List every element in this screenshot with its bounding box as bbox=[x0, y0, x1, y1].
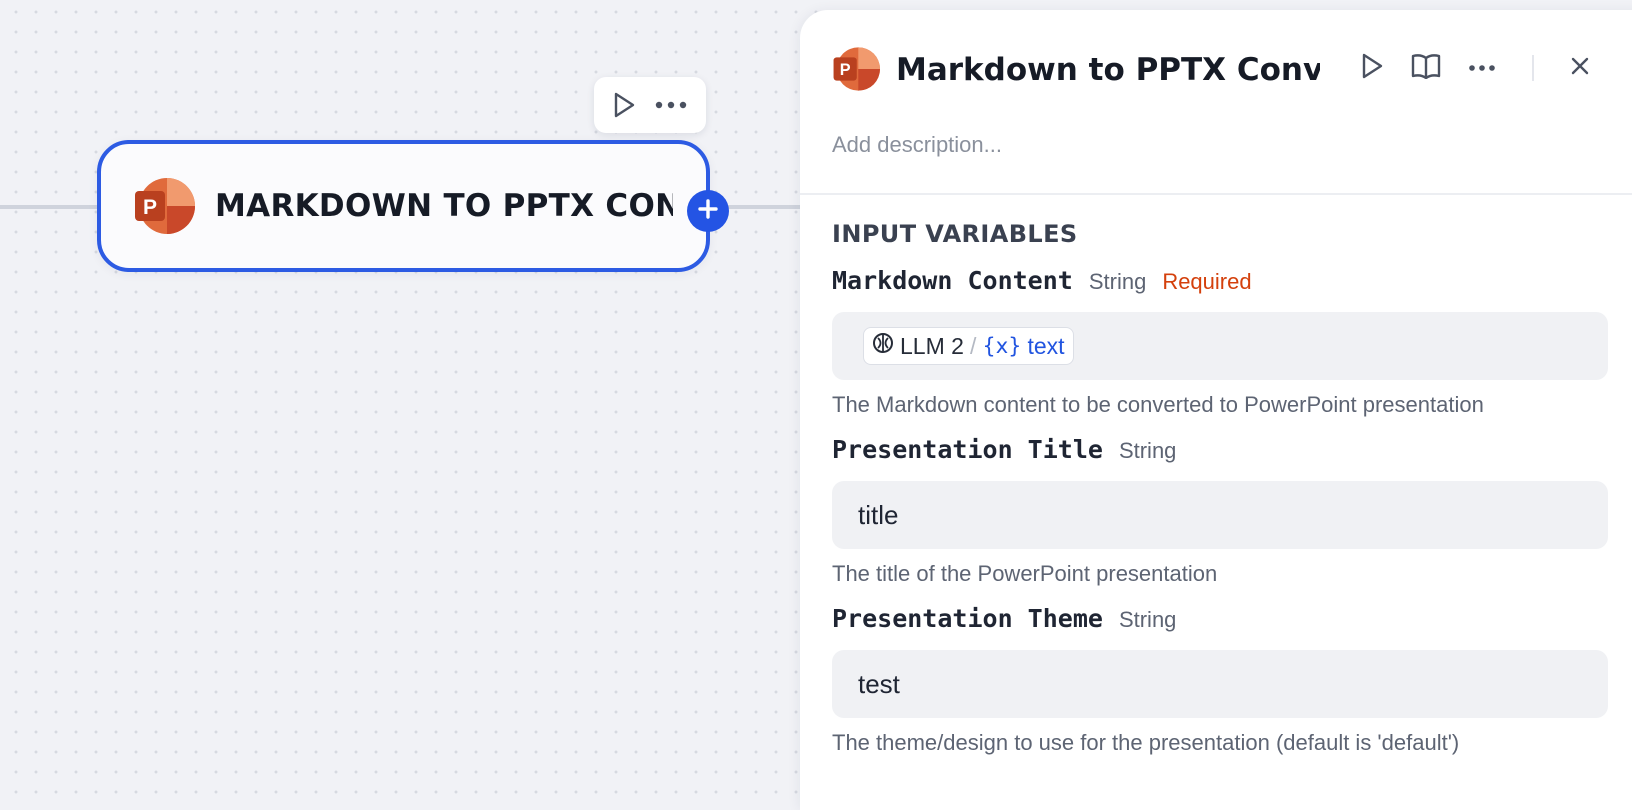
node-toolbar bbox=[594, 77, 706, 133]
variable-presentation-theme: Presentation Theme String test The theme… bbox=[832, 604, 1608, 756]
variable-help: The Markdown content to be converted to … bbox=[832, 392, 1484, 417]
powerpoint-icon: P bbox=[832, 45, 880, 93]
more-icon[interactable] bbox=[655, 101, 687, 109]
powerpoint-icon: P bbox=[133, 175, 195, 237]
variable-icon: {x} bbox=[982, 334, 1022, 358]
variable-reference-chip[interactable]: LLM 2 / {x} text bbox=[863, 327, 1074, 365]
description-input[interactable]: Add description... bbox=[832, 132, 1002, 158]
close-icon bbox=[1570, 56, 1590, 81]
edge-in bbox=[0, 205, 100, 209]
plus-icon bbox=[697, 198, 719, 225]
svg-text:P: P bbox=[840, 61, 851, 79]
variable-name: Presentation Theme bbox=[832, 604, 1103, 633]
more-options-button[interactable] bbox=[1464, 50, 1500, 86]
more-icon bbox=[1468, 59, 1496, 77]
docs-button[interactable] bbox=[1408, 50, 1444, 86]
variable-name: Markdown Content bbox=[832, 266, 1073, 295]
variable-type: String bbox=[1088, 269, 1147, 294]
variable-help: The theme/design to use for the presenta… bbox=[832, 730, 1460, 755]
svg-text:P: P bbox=[143, 196, 157, 219]
variable-type: String bbox=[1118, 438, 1177, 463]
chip-node-name: LLM 2 bbox=[900, 332, 964, 359]
play-icon bbox=[1361, 53, 1383, 84]
chip-separator: / bbox=[969, 332, 977, 359]
workflow-node[interactable]: P MARKDOWN TO PPTX CONV bbox=[97, 140, 729, 272]
variable-help: The title of the PowerPoint presentation bbox=[832, 561, 1218, 586]
header-divider bbox=[1532, 55, 1534, 81]
variable-value-field[interactable]: LLM 2 / {x} text bbox=[832, 312, 1608, 380]
llm-node-icon bbox=[872, 332, 894, 360]
variable-type: String bbox=[1118, 607, 1177, 632]
required-badge: Required bbox=[1162, 269, 1252, 294]
book-icon bbox=[1411, 53, 1441, 84]
run-button[interactable] bbox=[1354, 50, 1390, 86]
section-title: INPUT VARIABLES bbox=[832, 220, 1078, 248]
chip-variable-name: text bbox=[1027, 332, 1065, 359]
variable-name: Presentation Title bbox=[832, 435, 1103, 464]
variable-value-field[interactable]: title bbox=[832, 481, 1608, 549]
panel-header: P Markdown to PPTX Converte bbox=[800, 10, 1632, 140]
panel-title[interactable]: Markdown to PPTX Converte bbox=[896, 52, 1320, 88]
node-settings-panel: P Markdown to PPTX Converte bbox=[800, 10, 1632, 810]
variable-value-field[interactable]: test bbox=[832, 650, 1608, 718]
node-title: MARKDOWN TO PPTX CONV bbox=[215, 188, 673, 224]
variable-markdown-content: Markdown Content String Required LLM 2 /… bbox=[832, 266, 1608, 418]
divider bbox=[800, 193, 1632, 195]
variable-presentation-title: Presentation Title String title The titl… bbox=[832, 435, 1608, 587]
play-icon[interactable] bbox=[613, 92, 635, 118]
add-node-button[interactable] bbox=[687, 190, 729, 232]
close-button[interactable] bbox=[1562, 50, 1598, 86]
